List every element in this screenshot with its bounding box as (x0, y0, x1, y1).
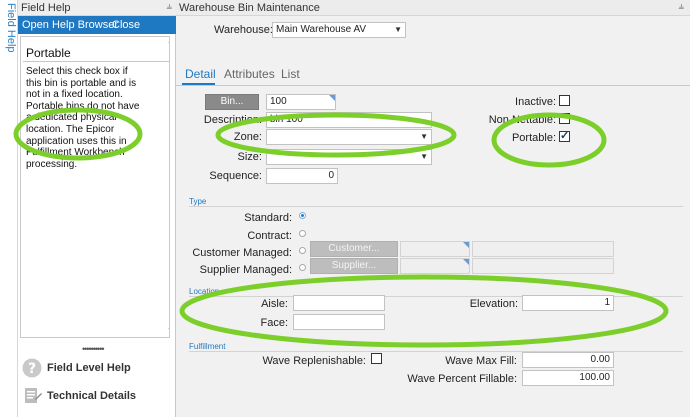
svg-text:?: ? (28, 361, 36, 377)
main-panel-title: Warehouse Bin Maintenance (179, 2, 320, 14)
description-label: Description: (203, 114, 262, 126)
inactive-checkbox[interactable] (559, 95, 570, 106)
zone-label: Zone: (233, 131, 262, 143)
sequence-input[interactable]: 0 (266, 168, 338, 184)
required-corner-icon (463, 259, 469, 265)
warehouse-bin-maintenance-panel: Warehouse Bin Maintenance ⫨ Warehouse: M… (176, 0, 690, 417)
pin-icon[interactable]: ⫨ (166, 1, 172, 12)
question-icon: ? (22, 358, 42, 378)
help-titlebar: Field Help ⫨ (18, 0, 176, 16)
field-help-panel: Field Help ⫨ Open Help Browser Close Por… (18, 0, 176, 417)
help-panel-title: Field Help (21, 2, 71, 14)
size-combo[interactable]: ▼ (266, 149, 432, 165)
wave-max-fill-label: Wave Max Fill: (445, 355, 517, 367)
wave-percent-fillable-value: 100.00 (579, 372, 610, 383)
contract-radio[interactable] (299, 230, 306, 237)
elevation-label: Elevation: (469, 298, 518, 310)
open-help-browser-button[interactable]: Open Help Browser (22, 19, 118, 31)
scroll-down-icon[interactable]: ▼ (167, 327, 169, 334)
field-level-help-label: Field Level Help (47, 362, 131, 374)
wave-max-fill-input[interactable]: 0.00 (522, 352, 614, 368)
required-corner-icon (329, 95, 335, 101)
aisle-label: Aisle: (261, 298, 288, 310)
sequence-value: 0 (328, 170, 334, 181)
aisle-input[interactable] (293, 295, 385, 311)
checkmark-icon: ✓ (560, 130, 570, 142)
inactive-label: Inactive: (515, 96, 556, 108)
face-input[interactable] (293, 314, 385, 330)
required-corner-icon (463, 242, 469, 248)
portable-checkbox[interactable]: ✓ (559, 130, 570, 142)
portable-label: Portable: (511, 132, 556, 144)
wave-percent-fillable-label: Wave Percent Fillable: (407, 373, 517, 385)
description-value: bin 100 (270, 114, 303, 125)
supplier-id-input[interactable] (400, 258, 470, 274)
bin-input[interactable]: 100 (266, 94, 336, 110)
supplier-name-input[interactable] (472, 258, 614, 274)
location-section-title: Location (189, 287, 220, 296)
sequence-label: Sequence: (209, 170, 262, 182)
help-divider (23, 61, 169, 62)
type-section-title: Type (189, 197, 207, 206)
face-label: Face: (260, 317, 288, 329)
wave-percent-fillable-input[interactable]: 100.00 (522, 370, 614, 386)
help-content[interactable]: Portable Select this check box if this b… (20, 36, 170, 338)
bin-button[interactable]: Bin... (205, 94, 259, 110)
help-heading: Portable (26, 46, 71, 60)
wave-replenishable-checkbox[interactable] (371, 353, 382, 364)
standard-label: Standard: (244, 212, 292, 224)
supplier-managed-radio[interactable] (299, 264, 306, 271)
customer-id-input[interactable] (400, 241, 470, 257)
contract-label: Contract: (247, 230, 292, 242)
warehouse-combo[interactable]: Main Warehouse AV ▼ (272, 22, 406, 38)
help-toolbar: Open Help Browser Close (18, 16, 176, 34)
field-level-help-link[interactable]: ? Field Level Help (18, 356, 176, 382)
wave-replenishable-label: Wave Replenishable: (262, 355, 366, 367)
detail-form: Bin... 100 Description: bin 100 Zone: ▼ … (176, 86, 690, 417)
technical-details-icon (25, 388, 42, 403)
customer-managed-label: Customer Managed: (192, 247, 292, 259)
technical-details-label: Technical Details (47, 390, 137, 402)
tab-list[interactable]: List (281, 67, 300, 81)
elevation-input[interactable]: 1 (522, 295, 614, 311)
tab-detail[interactable]: Detail (185, 67, 216, 81)
technical-details-link[interactable]: Technical Details (18, 384, 176, 410)
chevron-down-icon[interactable]: ▼ (394, 23, 402, 37)
bin-value: 100 (270, 96, 287, 107)
chevron-down-icon[interactable]: ▼ (420, 150, 428, 164)
customer-managed-radio[interactable] (299, 247, 306, 254)
supplier-button[interactable]: Supplier... (310, 258, 398, 274)
active-tab-indicator (182, 83, 215, 85)
main-titlebar: Warehouse Bin Maintenance ⫨ (176, 0, 690, 16)
splitter-grip[interactable]: •••••••••• (82, 344, 104, 354)
description-input[interactable]: bin 100 (266, 112, 432, 128)
warehouse-label: Warehouse: (214, 24, 273, 36)
tab-bar: Detail Attributes List (176, 61, 690, 86)
customer-button[interactable]: Customer... (310, 241, 398, 257)
fulfillment-section-title: Fulfillment (189, 342, 226, 351)
scroll-up-icon[interactable]: ▲ (167, 38, 169, 45)
field-help-rail[interactable]: Field Help (0, 0, 18, 417)
warehouse-header: Warehouse: Main Warehouse AV ▼ (176, 16, 690, 60)
rail-label[interactable]: Field Help (1, 3, 17, 63)
customer-name-input[interactable] (472, 241, 614, 257)
help-body-text: Select this check box if this bin is por… (26, 66, 140, 170)
warehouse-value: Main Warehouse AV (276, 24, 367, 35)
wave-max-fill-value: 0.00 (590, 354, 610, 365)
size-label: Size: (237, 151, 262, 163)
non-nettable-checkbox[interactable] (559, 113, 570, 124)
tab-attributes[interactable]: Attributes (224, 67, 275, 81)
zone-combo[interactable]: ▼ (266, 129, 432, 145)
supplier-managed-label: Supplier Managed: (199, 264, 292, 276)
pin-icon[interactable]: ⫨ (678, 1, 684, 12)
close-help-button[interactable]: Close (112, 19, 140, 31)
standard-radio[interactable] (299, 212, 306, 219)
section-divider (189, 206, 683, 207)
non-nettable-label: Non Nettable: (488, 114, 556, 126)
chevron-down-icon[interactable]: ▼ (420, 130, 428, 144)
elevation-value: 1 (604, 297, 610, 308)
